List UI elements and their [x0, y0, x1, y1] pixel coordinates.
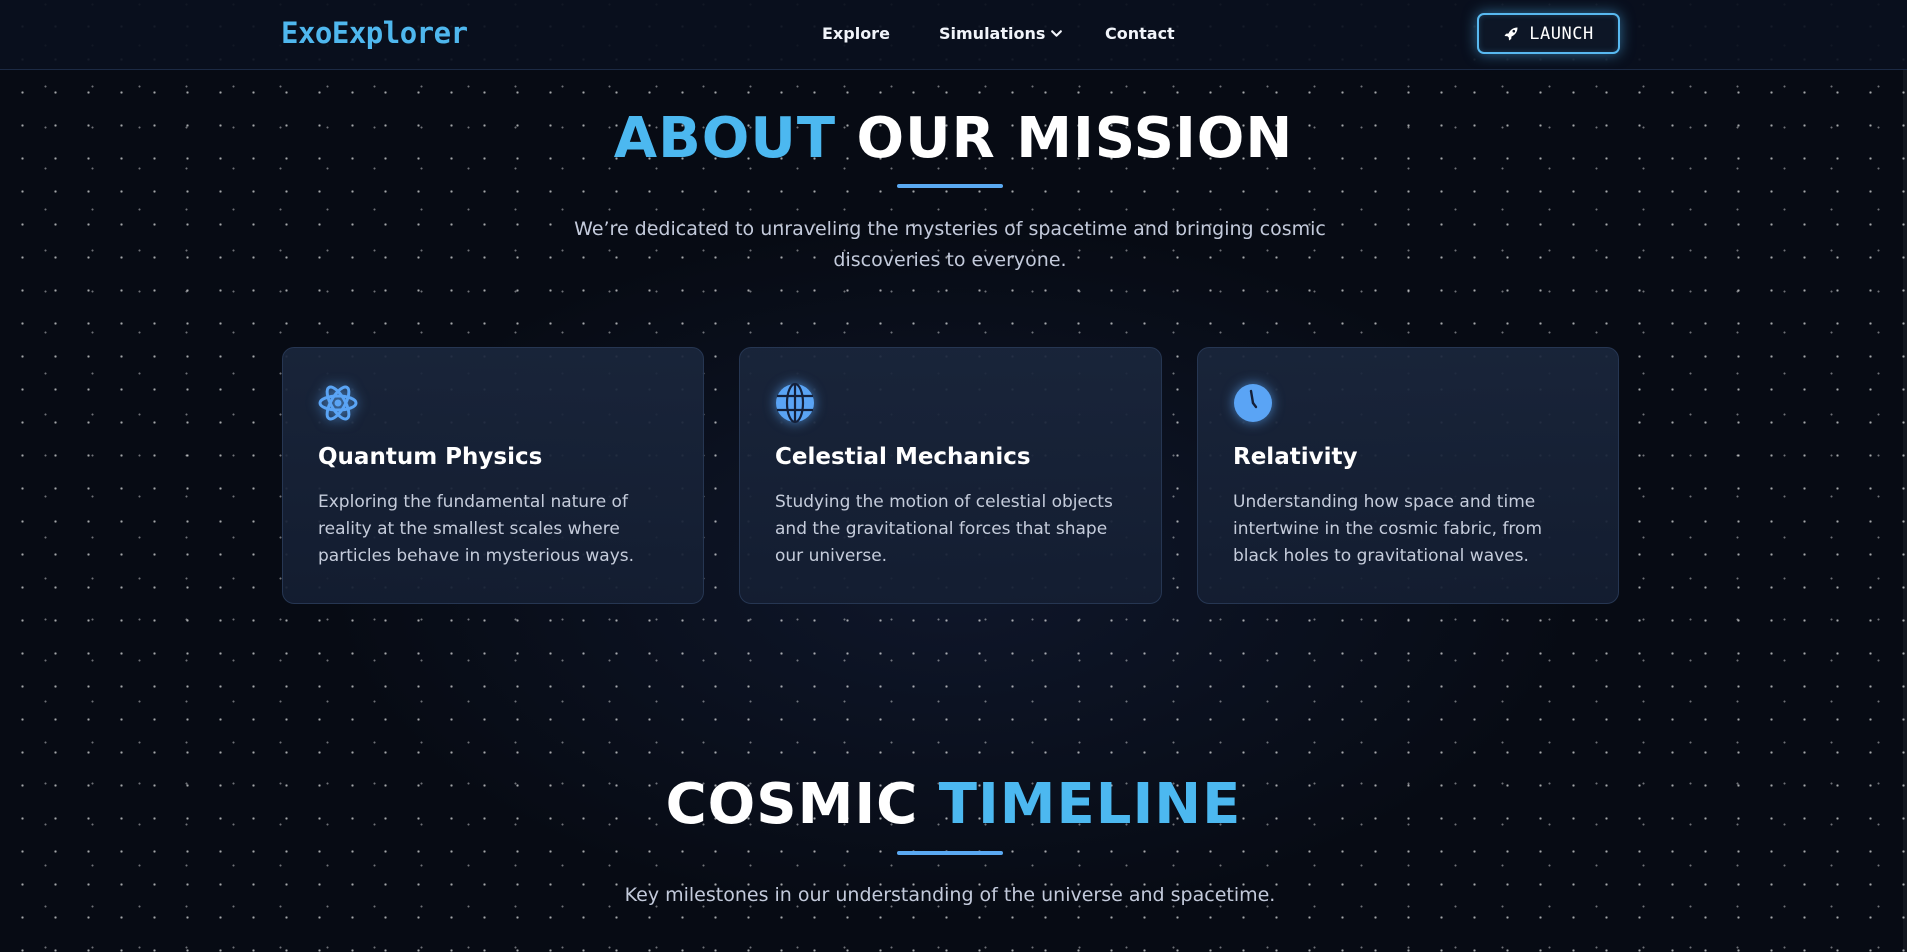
timeline-heading-white: COSMIC: [665, 772, 919, 837]
nav-link-simulations[interactable]: Simulations: [939, 24, 1063, 43]
about-heading-rest: OUR MISSION: [856, 106, 1294, 171]
card-celestial-mechanics: Celestial Mechanics Studying the motion …: [739, 347, 1162, 604]
chevron-down-icon: [1051, 30, 1063, 37]
nav-link-explore[interactable]: Explore: [822, 24, 890, 43]
nav-link-label: Explore: [822, 24, 890, 43]
rocket-icon: [1504, 27, 1518, 40]
nav-link-contact[interactable]: Contact: [1105, 24, 1175, 43]
about-heading-accent: ABOUT: [613, 106, 837, 171]
card-title: Celestial Mechanics: [775, 444, 1031, 470]
atom-icon: [318, 385, 358, 421]
card-quantum-physics: Quantum Physics Exploring the fundamenta…: [282, 347, 704, 604]
top-navbar: ExoExplorer Explore Simulations Contact …: [0, 0, 1907, 70]
scrollbar[interactable]: [1903, 70, 1907, 952]
clock-icon: [1234, 384, 1272, 422]
launch-button[interactable]: LAUNCH: [1477, 13, 1620, 54]
card-title: Relativity: [1233, 444, 1358, 470]
nav-link-label: Contact: [1105, 24, 1175, 43]
about-lead: We’re dedicated to unraveling the myster…: [574, 218, 1326, 271]
timeline-heading-underline: [897, 851, 1003, 855]
timeline-lead: Key milestones in our understanding of t…: [624, 884, 1276, 906]
about-heading: ABOUT OUR MISSION: [0, 106, 1907, 171]
card-title: Quantum Physics: [318, 444, 543, 470]
card-text: Exploring the fundamental nature of real…: [318, 492, 635, 566]
nav-link-label: Simulations: [939, 24, 1046, 43]
site-logo[interactable]: ExoExplorer: [281, 16, 468, 50]
card-relativity: Relativity Understanding how space and t…: [1197, 347, 1619, 604]
globe-icon: [776, 382, 814, 424]
about-heading-underline: [897, 184, 1003, 188]
page: ExoExplorer Explore Simulations Contact …: [0, 0, 1907, 952]
launch-label: LAUNCH: [1529, 23, 1594, 44]
card-text: Understanding how space and time intertw…: [1233, 492, 1543, 566]
timeline-heading: COSMIC TIMELINE: [0, 772, 1907, 837]
card-text: Studying the motion of celestial objects…: [775, 492, 1113, 566]
timeline-heading-accent: TIMELINE: [938, 772, 1242, 837]
